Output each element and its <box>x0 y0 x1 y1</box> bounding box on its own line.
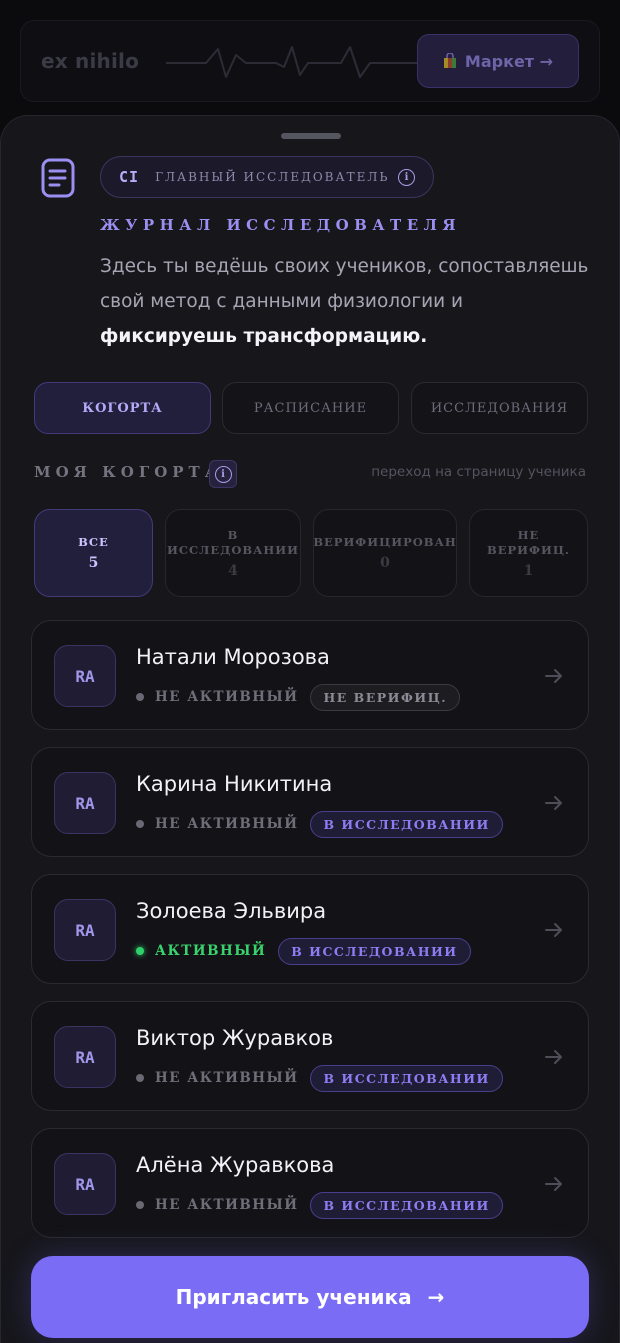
status-text: НЕ АКТИВНЫЙ <box>155 689 299 705</box>
status-row: АКТИВНЫЙ В ИССЛЕДОВАНИИ <box>136 937 471 965</box>
avatar: RA <box>54 1026 116 1088</box>
market-button-label: Маркет → <box>464 51 554 71</box>
student-name: Золоева Эльвира <box>136 899 327 923</box>
arrow-right-icon <box>545 1177 562 1191</box>
info-icon[interactable]: i <box>398 168 415 186</box>
filter-count: 0 <box>380 555 390 571</box>
tab-schedule[interactable]: РАСПИСАНИЕ <box>222 382 399 434</box>
student-card[interactable]: RA Золоева Эльвира АКТИВНЫЙ В ИССЛЕДОВАН… <box>31 874 589 984</box>
status-badge: В ИССЛЕДОВАНИИ <box>310 1191 503 1219</box>
status-badge: НЕ ВЕРИФИЦ. <box>310 683 461 711</box>
status-dot <box>136 947 144 955</box>
filter-not-verified[interactable]: НЕ ВЕРИФИЦ. 1 <box>469 509 588 597</box>
filter-all[interactable]: ВСЕ 5 <box>34 509 153 597</box>
status-dot <box>136 693 144 701</box>
student-name: Виктор Журавков <box>136 1026 334 1050</box>
top-bar: ex nihilo Маркет → <box>20 20 600 102</box>
student-name: Алёна Журавкова <box>136 1153 335 1177</box>
student-card[interactable]: RA Карина Никитина НЕ АКТИВНЫЙ В ИССЛЕДО… <box>31 747 589 857</box>
filter-label: НЕ ВЕРИФИЦ. <box>487 527 570 557</box>
status-badge: В ИССЛЕДОВАНИИ <box>310 810 503 838</box>
status-text: НЕ АКТИВНЫЙ <box>155 1070 299 1086</box>
invite-student-label: Пригласить ученика <box>175 1285 412 1309</box>
page-description: Здесь ты ведёшь своих учеников, сопостав… <box>100 256 589 347</box>
avatar: RA <box>54 772 116 834</box>
document-icon <box>41 158 75 198</box>
filter-count: 5 <box>88 555 99 571</box>
tab-cohort[interactable]: КОГОРТА <box>34 382 211 434</box>
filter-verified[interactable]: ВЕРИФИЦИРОВАН 0 <box>313 509 457 597</box>
cohort-title: МОЯ КОГОРТА <box>34 463 222 481</box>
avatar: RA <box>54 899 116 961</box>
student-name: Карина Никитина <box>136 772 333 796</box>
cohort-hint: переход на страницу ученика <box>371 464 586 480</box>
page-title: ЖУРНАЛ ИССЛЕДОВАТЕЛЯ <box>100 216 462 234</box>
status-dot <box>136 820 144 828</box>
filter-count: 4 <box>228 562 238 579</box>
filter-in-research[interactable]: В ИССЛЕДОВАНИИ 4 <box>165 509 301 597</box>
student-card[interactable]: RA Натали Морозова НЕ АКТИВНЫЙ НЕ ВЕРИФИ… <box>31 620 589 730</box>
sheet-drag-handle[interactable] <box>281 133 341 139</box>
status-dot <box>136 1074 144 1082</box>
filter-label: ВСЕ <box>78 535 109 549</box>
arrow-right-icon: → <box>427 1285 445 1309</box>
invite-student-button[interactable]: Пригласить ученика → <box>31 1256 589 1338</box>
student-card[interactable]: RA Виктор Журавков НЕ АКТИВНЫЙ В ИССЛЕДО… <box>31 1001 589 1111</box>
market-button[interactable]: Маркет → <box>417 34 579 88</box>
arrow-right-icon <box>545 796 562 810</box>
cohort-info-button[interactable]: i <box>209 460 237 488</box>
section-tabs: КОГОРТА РАСПИСАНИЕ ИССЛЕДОВАНИЯ <box>34 382 588 436</box>
arrow-right-icon <box>545 669 562 683</box>
arrow-right-icon <box>545 1050 562 1064</box>
status-row: НЕ АКТИВНЫЙ НЕ ВЕРИФИЦ. <box>136 683 461 711</box>
status-dot <box>136 1201 144 1209</box>
avatar: RA <box>54 645 116 707</box>
status-badge: В ИССЛЕДОВАНИИ <box>310 1064 503 1092</box>
status-row: НЕ АКТИВНЫЙ В ИССЛЕДОВАНИИ <box>136 1064 503 1092</box>
market-icon <box>443 52 457 69</box>
student-name: Натали Морозова <box>136 645 330 669</box>
status-row: НЕ АКТИВНЫЙ В ИССЛЕДОВАНИИ <box>136 810 503 838</box>
status-text: НЕ АКТИВНЫЙ <box>155 1197 299 1213</box>
filter-count: 1 <box>523 562 534 579</box>
status-text: НЕ АКТИВНЫЙ <box>155 816 299 832</box>
filter-label: В ИССЛЕДОВАНИИ <box>166 527 300 557</box>
brand-logo: ex nihilo <box>41 49 140 73</box>
description-emphasis: фиксируешь трансформацию. <box>100 326 428 347</box>
role-label: ГЛАВНЫЙ ИССЛЕДОВАТЕЛЬ <box>155 170 390 184</box>
role-badge[interactable]: CI ГЛАВНЫЙ ИССЛЕДОВАТЕЛЬ i <box>100 156 434 198</box>
status-badge: В ИССЛЕДОВАНИИ <box>278 937 471 965</box>
role-code: CI <box>119 168 140 186</box>
status-row: НЕ АКТИВНЫЙ В ИССЛЕДОВАНИИ <box>136 1191 503 1219</box>
student-card[interactable]: RA Алёна Журавкова НЕ АКТИВНЫЙ В ИССЛЕДО… <box>31 1128 589 1238</box>
filter-label: ВЕРИФИЦИРОВАН <box>313 535 457 549</box>
status-text: АКТИВНЫЙ <box>155 943 267 959</box>
heartbeat-icon <box>166 46 426 78</box>
tab-research[interactable]: ИССЛЕДОВАНИЯ <box>411 382 588 434</box>
info-icon: i <box>214 465 232 483</box>
avatar: RA <box>54 1153 116 1215</box>
arrow-right-icon <box>545 923 562 937</box>
